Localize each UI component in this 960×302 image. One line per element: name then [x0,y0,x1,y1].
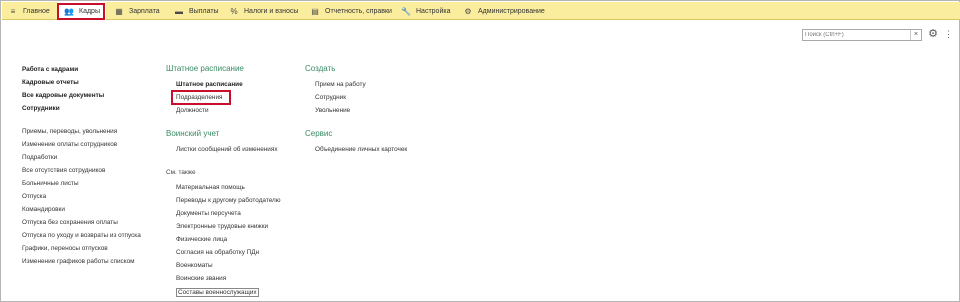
nav-all-hr-docs[interactable]: Все кадровые документы [22,92,104,100]
section-header-staff: Штатное расписание [166,64,244,73]
nav-staff-schedule[interactable]: Штатное расписание [176,81,243,89]
nav-link[interactable]: Отпуска по уходу и возвраты из отпуска [22,232,141,240]
nav-link[interactable]: Физические лица [176,236,227,244]
search-input[interactable] [803,30,911,40]
highlight-frame-departments [171,90,231,105]
menu-label: Зарплата [129,7,160,15]
nav-link[interactable]: Электронные трудовые книжки [176,223,268,231]
nav-employees[interactable]: Сотрудники [22,105,60,113]
nav-link[interactable]: Листки сообщений об изменениях [176,146,278,154]
menu-item-settings[interactable]: 🔧 Настройка [401,2,450,20]
nav-hr-reports[interactable]: Кадровые отчеты [22,79,79,87]
wrench-icon: 🔧 [401,6,411,16]
menu-label: Главное [23,7,50,15]
hamburger-icon: ≡ [10,6,16,16]
more-icon[interactable]: ⋮ [944,28,953,40]
menu-label: Выплаты [189,7,219,15]
admin-icon: ⚙ [464,6,472,16]
card-icon: ▬ [175,6,183,16]
nav-link[interactable]: Изменение оплаты сотрудников [22,141,117,149]
nav-link[interactable]: Изменение графиков работы списком [22,258,135,266]
section-header-create: Создать [305,64,336,73]
nav-link[interactable]: Все отсутствия сотрудников [22,167,105,175]
gear-icon[interactable]: ⚙ [927,28,939,40]
nav-link[interactable]: Увольнение [315,107,350,115]
menu-label: Отчетность, справки [325,7,392,15]
nav-link[interactable]: Согласия на обработку ПДн [176,249,259,257]
menu-item-admin[interactable]: ⚙ Администрирование [463,2,545,20]
nav-link[interactable]: Прием на работу [315,81,366,89]
nav-positions[interactable]: Должности [176,107,209,115]
nav-link[interactable]: Больничные листы [22,180,79,188]
nav-link[interactable]: Графики, переносы отпусков [22,245,108,253]
app-window: ≡ Главное 👥 Кадры ▦ Зарплата ▬ Выплаты %… [0,0,960,302]
highlight-frame-hr-tab [57,3,105,20]
nav-link[interactable]: Воинские звания [176,275,226,283]
nav-link[interactable]: Отпуска [22,193,46,201]
menu-item-main[interactable]: ≡ Главное [8,2,50,20]
section-header-military: Воинский учет [166,129,220,138]
main-menu-bar: ≡ Главное 👥 Кадры ▦ Зарплата ▬ Выплаты %… [2,2,960,20]
section-header-see-also: См. также [166,169,196,176]
nav-link[interactable]: Переводы к другому работодателю [176,197,281,205]
clear-icon[interactable]: × [910,30,921,40]
nav-link[interactable]: Сотрудник [315,94,346,102]
nav-link[interactable]: Объединение личных карточек [315,146,407,154]
percent-icon: % [230,6,238,16]
search-field[interactable]: × [802,29,922,41]
nav-link[interactable]: Приемы, переводы, увольнения [22,128,117,136]
nav-link[interactable]: Командировки [22,206,65,214]
nav-link[interactable]: Военкоматы [176,262,213,270]
nav-hr-work[interactable]: Работа с кадрами [22,66,78,74]
nav-link[interactable]: Материальная помощь [176,184,245,192]
nav-link[interactable]: Документы персучета [176,210,241,218]
nav-link-focused[interactable]: Составы военнослужащих [176,288,259,297]
report-icon: ▤ [311,6,319,16]
menu-label: Налоги и взносы [244,7,299,15]
menu-label: Настройка [416,7,451,15]
menu-item-taxes[interactable]: % Налоги и взносы [229,2,298,20]
nav-link[interactable]: Отпуска без сохранения оплаты [22,219,118,227]
menu-label: Администрирование [478,7,545,15]
menu-item-payments[interactable]: ▬ Выплаты [174,2,219,20]
menu-item-reports[interactable]: ▤ Отчетность, справки [310,2,392,20]
section-header-service: Сервис [305,129,333,138]
menu-item-salary[interactable]: ▦ Зарплата [114,2,160,20]
nav-link[interactable]: Подработки [22,154,57,162]
calculator-icon: ▦ [115,6,123,16]
